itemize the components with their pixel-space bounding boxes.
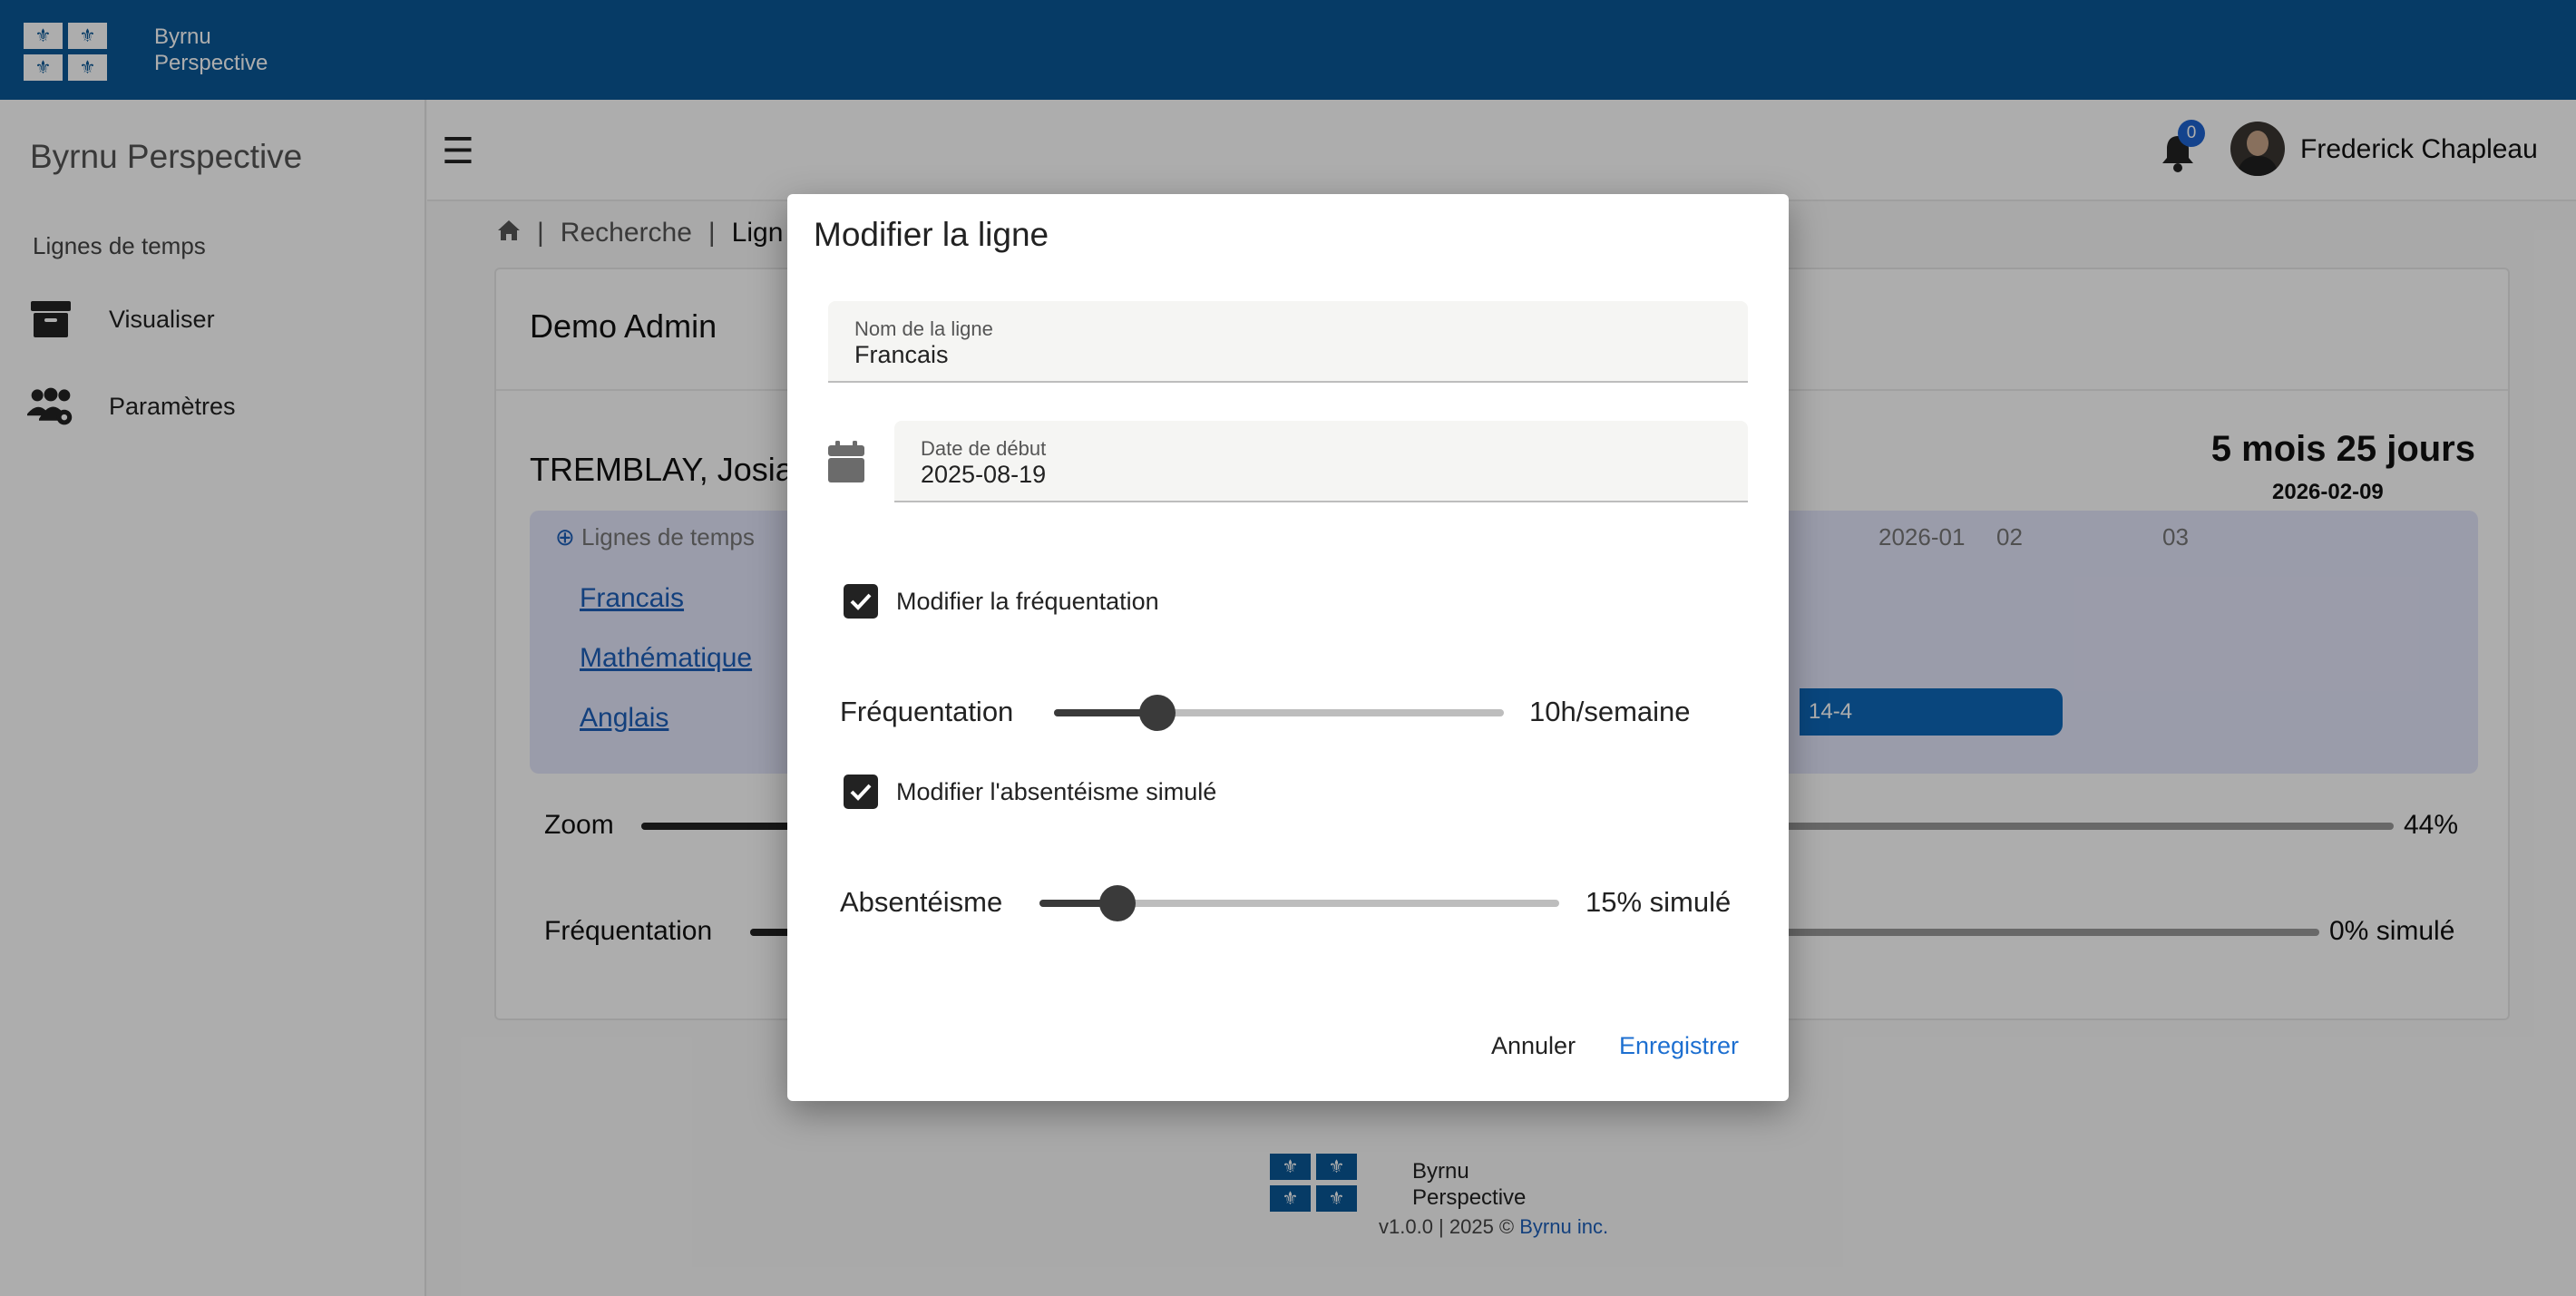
frequentation-value: 10h/semaine — [1529, 696, 1691, 727]
modify-absenteeism-checkbox[interactable]: Modifier l'absentéisme simulé — [844, 775, 1216, 809]
line-name-field[interactable]: Nom de la ligne — [828, 301, 1748, 383]
checkbox-checked-icon[interactable] — [844, 775, 878, 809]
save-button[interactable]: Enregistrer — [1619, 1032, 1739, 1060]
checkbox-label: Modifier l'absentéisme simulé — [896, 777, 1217, 805]
calendar-icon[interactable] — [828, 441, 864, 482]
cancel-button[interactable]: Annuler — [1491, 1032, 1576, 1060]
absenteeism-value: 15% simulé — [1586, 886, 1732, 918]
checkbox-checked-icon[interactable] — [844, 584, 878, 619]
edit-line-dialog: Modifier la ligne Nom de la ligne Date d… — [787, 194, 1789, 1101]
frequentation-label: Fréquentation — [840, 696, 1014, 727]
start-date-field[interactable]: Date de début — [894, 421, 1748, 502]
checkbox-label: Modifier la fréquentation — [896, 587, 1159, 615]
absenteeism-label: Absentéisme — [840, 886, 1003, 918]
modify-frequentation-checkbox[interactable]: Modifier la fréquentation — [844, 584, 1159, 619]
field-label: Date de début — [921, 437, 1047, 460]
dialog-title: Modifier la ligne — [814, 216, 1049, 253]
line-name-input[interactable] — [854, 341, 1683, 369]
field-label: Nom de la ligne — [854, 317, 993, 340]
frequentation-slider-thumb[interactable] — [1139, 695, 1176, 731]
start-date-input[interactable] — [921, 461, 1689, 489]
absenteeism-slider-thumb[interactable] — [1099, 885, 1136, 921]
